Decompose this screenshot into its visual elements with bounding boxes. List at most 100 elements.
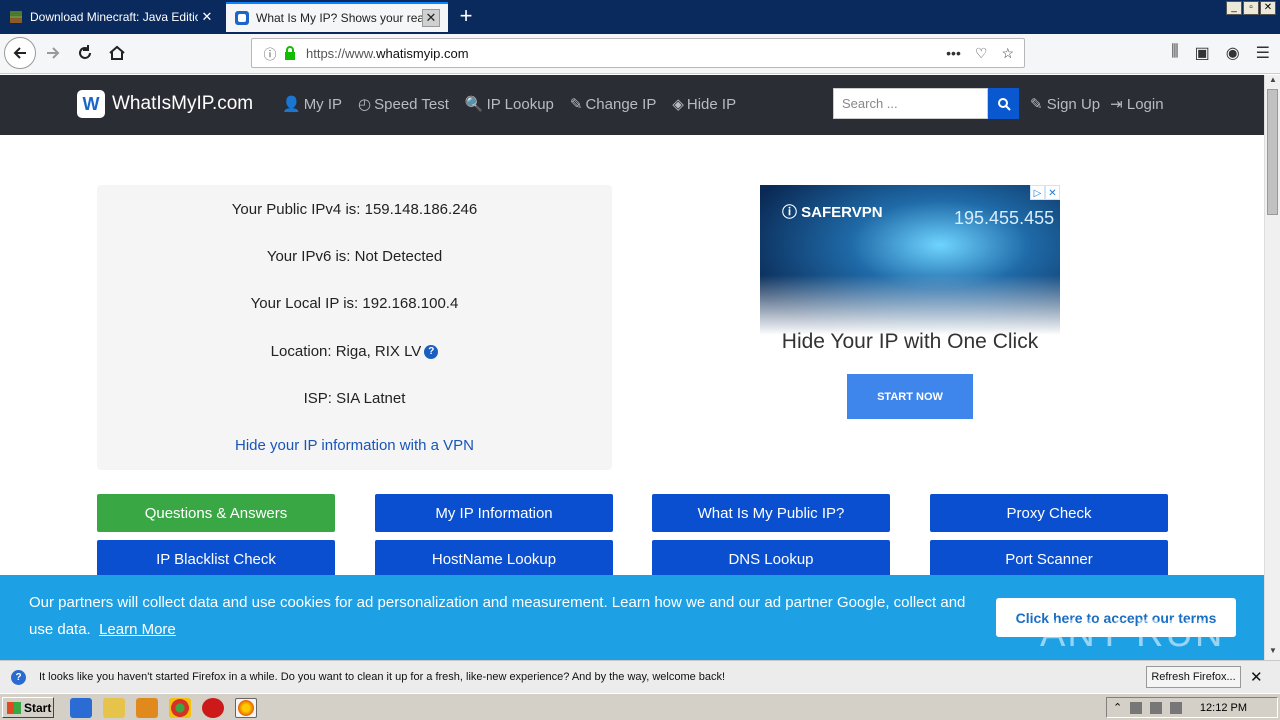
menu-label: IP Lookup [486,96,554,113]
login-link[interactable]: ⇥ Login [1110,95,1163,113]
menu-hide-ip[interactable]: ◈ Hide IP [672,95,736,113]
url-text[interactable]: https://www.whatismyip.com [306,46,946,61]
back-button[interactable] [4,37,36,69]
learn-more-link[interactable]: Learn More [99,621,176,638]
tab-close-button[interactable]: ✕ [198,8,216,26]
clock-icon: ◴ [358,96,372,113]
firefox-notification-bar: ? It looks like you haven't started Fire… [0,660,1280,693]
auth-links: ✎ Sign Up ⇥ Login [1030,95,1164,113]
pocket-icon[interactable]: ♡ [975,45,988,62]
nav-bar: ⓘ https://www.whatismyip.com ••• ♡ ☆ ⫼ ▣… [0,34,1280,74]
menu-label: Change IP [585,96,657,113]
flag-icon[interactable] [1170,701,1183,714]
menu-label: Hide IP [686,96,737,113]
ad-start-now-button[interactable]: START NOW [847,374,973,419]
scroll-down-icon[interactable]: ▼ [1265,646,1280,660]
search-input[interactable]: Search ... [833,88,988,119]
info-icon[interactable]: ⓘ [258,44,282,63]
tray-expand-icon[interactable]: ⌃ [1113,701,1122,714]
questions-answers-button[interactable]: Questions & Answers [97,494,335,532]
tab-strip: Download Minecraft: Java Edition ✕ What … [0,0,1280,34]
notification-text: It looks like you haven't started Firefo… [39,671,726,683]
edit-icon: ✎ [569,96,583,113]
scroll-thumb[interactable] [1267,89,1278,215]
arrow-right-icon [47,47,60,59]
bookmark-star-icon[interactable]: ☆ [1001,45,1014,62]
ipv4-text: Your Public IPv4 is: 159.148.186.246 [231,201,478,218]
logo-text: WhatIsMyIP.com [112,93,254,114]
new-tab-button[interactable]: + [454,4,478,28]
my-ip-information-button[interactable]: My IP Information [375,494,613,532]
tab-close-button[interactable]: ✕ [422,9,440,27]
menu-speed-test[interactable]: ◴ Speed Test [358,95,449,113]
refresh-firefox-button[interactable]: Refresh Firefox... [1146,666,1241,688]
ad-brand: ⓘ SAFERVPN [782,204,883,221]
tab-minecraft[interactable]: Download Minecraft: Java Edition ✕ [0,2,224,32]
home-icon [109,45,125,60]
system-tray: ⌃ 12:12 PM [1106,697,1278,718]
close-window-button[interactable]: ✕ [1260,1,1276,15]
search-button[interactable] [988,88,1019,119]
minimize-button[interactable]: _ [1226,1,1242,15]
site-menu: 👤 My IP ◴ Speed Test 🔍 IP Lookup ✎ Change IP… [282,95,736,113]
help-icon[interactable]: ? [424,345,439,360]
ad-close-icon[interactable]: ✕ [1045,185,1060,200]
what-is-my-public-ip-button[interactable]: What Is My Public IP? [652,494,890,532]
vpn-ad[interactable]: ⓘ SAFERVPN 195.455.455 Hide Your IP with… [760,185,1060,435]
menu-ip-lookup[interactable]: 🔍 IP Lookup [465,95,554,113]
proxy-check-button[interactable]: Proxy Check [930,494,1168,532]
start-button[interactable]: Start [2,697,54,718]
windows-flag-icon [7,701,21,714]
network-icon[interactable] [1130,701,1143,714]
library-icon[interactable]: ⫼ [1171,43,1178,63]
notification-close-icon[interactable]: ✕ [1250,668,1263,686]
menu-change-ip[interactable]: ✎ Change IP [570,95,656,113]
menu-my-ip[interactable]: 👤 My IP [282,95,342,113]
firefox-taskbar-icon[interactable] [235,698,257,718]
sidebar-icon[interactable]: ▣ [1195,43,1210,63]
vpn-link[interactable]: Hide your IP information with a VPN [97,437,612,454]
explorer-icon[interactable] [103,698,125,718]
volume-icon[interactable] [1150,701,1163,714]
ip-info-card: Your Public IPv4 is: 159.148.186.246 You… [97,185,612,470]
port-scanner-button[interactable]: Port Scanner [930,540,1168,578]
tab-whatismyip[interactable]: What Is My IP? Shows your real pu ✕ [226,2,448,32]
page-scrollbar[interactable]: ▲ ▼ [1264,75,1280,660]
sign-up-link[interactable]: ✎ Sign Up [1030,95,1100,113]
window-controls: _ ▫ ✕ [1226,1,1276,15]
ipv6-text: Your IPv6 is: Not Detected [266,248,443,265]
maximize-button[interactable]: ▫ [1243,1,1259,15]
site-logo[interactable]: W WhatIsMyIP.com [77,90,253,118]
account-icon[interactable]: ◉ [1226,43,1240,63]
user-icon: 👤 [282,96,301,113]
url-prefix: https://www. [306,45,377,61]
forward-button[interactable] [38,38,68,68]
reload-button[interactable] [70,38,100,68]
opera-icon[interactable] [202,698,224,718]
reload-icon [79,45,91,59]
login-icon: ⇥ [1110,96,1127,113]
ad-choices: ▷ ✕ [1030,185,1060,200]
location-text: Location: Riga, RIX LV [270,343,422,360]
home-button[interactable] [102,38,132,68]
page-actions-icon[interactable]: ••• [946,45,961,62]
eye-slash-icon: ◈ [672,96,684,113]
tab-title: What Is My IP? Shows your real pu [256,11,422,25]
scroll-up-icon[interactable]: ▲ [1265,75,1280,89]
logo-mark: W [77,90,105,118]
url-bar[interactable]: ⓘ https://www.whatismyip.com ••• ♡ ☆ [251,38,1025,68]
dns-lookup-button[interactable]: DNS Lookup [652,540,890,578]
search-icon [997,97,1011,111]
hostname-lookup-button[interactable]: HostName Lookup [375,540,613,578]
ip-blacklist-check-button[interactable]: IP Blacklist Check [97,540,335,578]
sign-up-label: Sign Up [1046,96,1101,113]
location-row: Location: Riga, RIX LV? [97,343,612,360]
chrome-icon[interactable] [169,698,191,718]
media-player-icon[interactable] [136,698,158,718]
isp-text: ISP: SIA Latnet [303,390,406,407]
ie-icon[interactable] [70,698,92,718]
url-host: whatismyip.com [376,45,469,61]
taskbar: Start ⌃ 12:12 PM [0,693,1280,720]
adchoices-icon[interactable]: ▷ [1030,185,1045,200]
menu-hamburger-icon[interactable]: ☰ [1256,43,1270,63]
